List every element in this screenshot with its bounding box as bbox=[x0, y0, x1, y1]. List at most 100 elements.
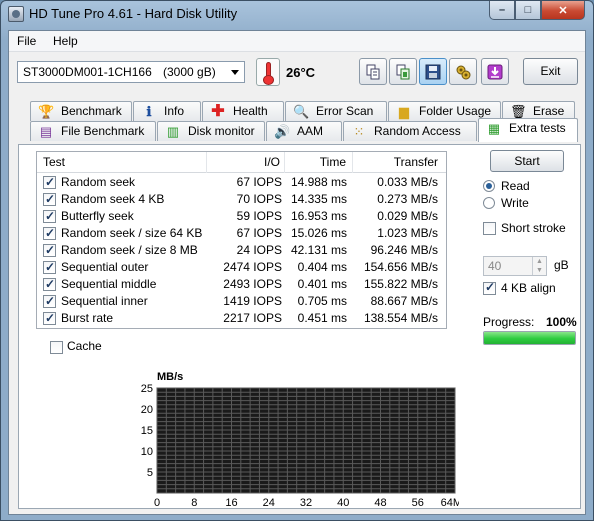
spin-down-icon[interactable]: ▼ bbox=[532, 266, 546, 275]
info-icon: ℹ bbox=[146, 104, 152, 119]
cell-test: Random seek bbox=[61, 175, 136, 189]
test-checkbox[interactable] bbox=[43, 276, 56, 293]
write-radio[interactable] bbox=[483, 197, 495, 209]
test-checkbox[interactable] bbox=[43, 225, 56, 242]
chart-x-tick-label: 0 bbox=[154, 497, 160, 509]
chart-y-tick-label: 25 bbox=[141, 383, 153, 395]
chart-y-tick-label: 10 bbox=[141, 446, 153, 458]
cell-transfer: 96.246 MB/s bbox=[370, 243, 438, 257]
error-scan-icon: 🔍 bbox=[293, 104, 310, 119]
menu-bar: File Help bbox=[9, 31, 585, 52]
start-button[interactable]: Start bbox=[490, 150, 564, 172]
transfer-chart: MB/s 5 10 15 20 25 0 8 16 24 32 40 48 56 64MB bbox=[119, 370, 470, 510]
maximize-button[interactable]: □ bbox=[515, 1, 541, 20]
short-stroke-unit: gB bbox=[554, 258, 569, 272]
copy-all-button[interactable] bbox=[389, 58, 417, 85]
table-row[interactable]: Random seek / size 8 MB 24 IOPS 42.131 ms 9… bbox=[37, 242, 446, 259]
temperature-readout: 26°C bbox=[286, 65, 316, 80]
cell-transfer: 88.667 MB/s bbox=[370, 294, 438, 308]
cell-time: 42.131 ms bbox=[290, 243, 347, 257]
col-test[interactable]: Test bbox=[37, 152, 207, 173]
cell-io: 67 IOPS bbox=[236, 226, 282, 240]
chevron-down-icon bbox=[231, 70, 239, 75]
table-row[interactable]: Sequential inner 1419 IOPS 0.705 ms 88.667 … bbox=[37, 293, 446, 310]
cell-test: Burst rate bbox=[61, 311, 114, 325]
test-checkbox[interactable] bbox=[43, 293, 56, 310]
tab-health[interactable]: ✚ Health bbox=[202, 101, 284, 121]
col-io[interactable]: I/O bbox=[207, 152, 285, 173]
table-row[interactable]: Sequential middle 2493 IOPS 0.401 ms 155.82… bbox=[37, 276, 446, 293]
options-button[interactable] bbox=[449, 58, 477, 85]
cell-io: 59 IOPS bbox=[236, 209, 282, 223]
tab-file-benchmark[interactable]: ▤ File Benchmark bbox=[30, 121, 156, 141]
short-stroke-stepper[interactable]: 40 ▲ ▼ bbox=[483, 256, 547, 276]
speaker-icon: 🔊 bbox=[274, 124, 291, 139]
download-button[interactable] bbox=[481, 58, 509, 85]
menu-file[interactable]: File bbox=[17, 34, 36, 48]
table-row[interactable]: Random seek 4 KB 70 IOPS 14.335 ms 0.273 MB… bbox=[37, 191, 446, 208]
table-row[interactable]: Random seek 67 IOPS 14.988 ms 0.033 MB/s bbox=[37, 174, 446, 191]
col-time[interactable]: Time bbox=[285, 152, 353, 173]
cell-time: 0.404 ms bbox=[297, 260, 347, 274]
progress-fill bbox=[484, 332, 575, 344]
tab-benchmark[interactable]: 🏆 Benchmark bbox=[30, 101, 132, 121]
read-radio[interactable] bbox=[483, 180, 495, 192]
random-access-icon: ⁙ bbox=[353, 124, 365, 139]
cell-io: 2493 IOPS bbox=[223, 277, 282, 291]
short-stroke-checkbox[interactable] bbox=[483, 222, 496, 235]
folder-icon: ▆ bbox=[399, 104, 409, 119]
save-icon bbox=[425, 64, 441, 80]
test-checkbox[interactable] bbox=[43, 259, 56, 276]
tab-disk-monitor[interactable]: ▥ Disk monitor bbox=[157, 121, 265, 141]
cell-io: 70 IOPS bbox=[236, 192, 282, 206]
test-checkbox[interactable] bbox=[43, 310, 56, 327]
cell-test: Butterfly seek bbox=[61, 209, 134, 223]
exit-button[interactable]: Exit bbox=[523, 58, 578, 85]
test-checkbox[interactable] bbox=[43, 174, 56, 191]
minimize-button[interactable]: – bbox=[489, 1, 515, 20]
menu-help[interactable]: Help bbox=[53, 34, 78, 48]
drive-select[interactable]: ST3000DM001-1CH166 (3000 gB) bbox=[17, 61, 245, 83]
chart-x-tick-label: 8 bbox=[191, 497, 197, 509]
chart-y-tick-label: 5 bbox=[147, 467, 153, 479]
test-checkbox[interactable] bbox=[43, 191, 56, 208]
chart-x-tick-label: 16 bbox=[225, 497, 237, 509]
cell-test: Random seek / size 64 KB bbox=[61, 226, 203, 240]
align-checkbox[interactable] bbox=[483, 280, 496, 295]
cell-test: Sequential middle bbox=[61, 277, 157, 291]
extra-tests-icon: ▦ bbox=[487, 121, 501, 136]
cell-time: 0.451 ms bbox=[297, 311, 347, 325]
tab-aam[interactable]: 🔊 AAM bbox=[266, 121, 342, 141]
toolbar: ST3000DM001-1CH166 (3000 gB) 26°C Exit bbox=[9, 53, 585, 93]
table-header: Test I/O Time Transfer bbox=[37, 152, 446, 173]
test-checkbox[interactable] bbox=[43, 242, 56, 259]
read-label: Read bbox=[501, 179, 530, 193]
test-checkbox[interactable] bbox=[43, 208, 56, 225]
chart-x-tick-label: 48 bbox=[374, 497, 386, 509]
table-row[interactable]: Sequential outer 2474 IOPS 0.404 ms 154.656… bbox=[37, 259, 446, 276]
controls-column: Start Read Write Short stroke 40 ▲ ▼ gB … bbox=[464, 145, 579, 445]
table-row[interactable]: Butterfly seek 59 IOPS 16.953 ms 0.029 MB/s bbox=[37, 208, 446, 225]
save-button[interactable] bbox=[419, 58, 447, 85]
title-bar[interactable]: HD Tune Pro 4.61 - Hard Disk Utility – □… bbox=[1, 1, 593, 27]
chart-x-tick-label: 64MB bbox=[441, 497, 459, 509]
cache-checkbox[interactable] bbox=[50, 341, 63, 354]
tab-extra-tests[interactable]: ▦ Extra tests bbox=[478, 118, 578, 142]
cache-label: Cache bbox=[67, 339, 102, 353]
col-transfer[interactable]: Transfer bbox=[353, 152, 446, 173]
cell-io: 24 IOPS bbox=[236, 243, 282, 257]
health-icon: ✚ bbox=[211, 103, 225, 120]
table-row[interactable]: Burst rate 2217 IOPS 0.451 ms 138.554 MB/s bbox=[37, 310, 446, 327]
copy-info-button[interactable] bbox=[359, 58, 387, 85]
close-button[interactable]: ✕ bbox=[541, 1, 585, 20]
chart-y-tick-label: 15 bbox=[141, 425, 153, 437]
tab-random-access[interactable]: ⁙ Random Access bbox=[343, 121, 477, 141]
cell-io: 2474 IOPS bbox=[223, 260, 282, 274]
progress-label: Progress: bbox=[483, 315, 535, 329]
tab-info[interactable]: ℹ Info bbox=[133, 101, 201, 121]
disk-monitor-icon: ▥ bbox=[166, 124, 180, 139]
spin-up-icon[interactable]: ▲ bbox=[532, 257, 546, 266]
tab-error-scan[interactable]: 🔍 Error Scan bbox=[285, 101, 387, 121]
drive-model: ST3000DM001-1CH166 bbox=[23, 65, 152, 79]
table-row[interactable]: Random seek / size 64 KB 67 IOPS 15.026 ms… bbox=[37, 225, 446, 242]
